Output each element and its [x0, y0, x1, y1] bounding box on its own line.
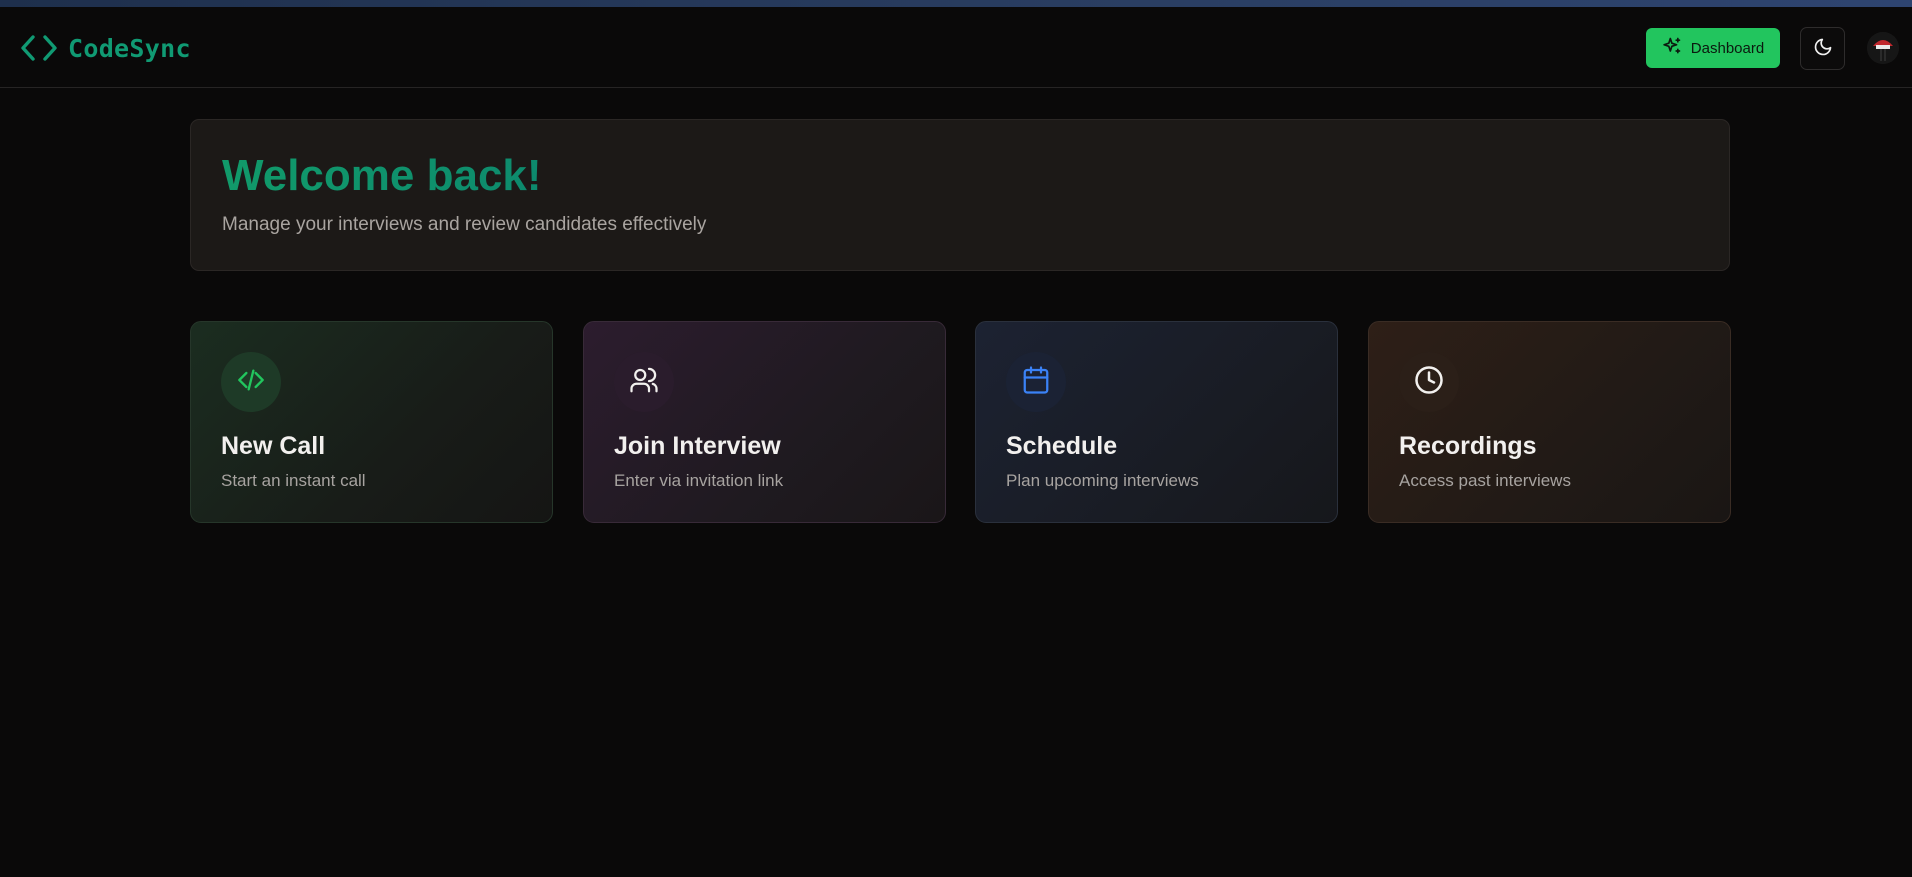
schedule-card[interactable]: Schedule Plan upcoming interviews	[975, 321, 1338, 523]
calendar-icon	[1021, 365, 1051, 399]
dashboard-button[interactable]: Dashboard	[1646, 28, 1780, 68]
sparkles-icon	[1662, 36, 1682, 60]
user-avatar[interactable]	[1867, 32, 1899, 64]
theme-toggle-button[interactable]	[1800, 27, 1845, 70]
welcome-subtitle: Manage your interviews and review candid…	[222, 214, 707, 235]
recordings-icon-badge	[1399, 352, 1459, 412]
code-icon	[237, 366, 265, 398]
welcome-title: Welcome back!	[222, 151, 542, 200]
card-subtitle: Enter via invitation link	[614, 471, 784, 490]
card-subtitle: Start an instant call	[221, 471, 366, 490]
schedule-icon-badge	[1006, 352, 1066, 412]
brand-link[interactable]: CodeSync	[20, 32, 191, 64]
users-icon	[629, 365, 659, 399]
card-title: Schedule	[1006, 432, 1118, 460]
navbar: CodeSync Dashboard	[0, 7, 1912, 88]
clock-icon	[1414, 365, 1444, 399]
moon-icon	[1813, 37, 1833, 60]
card-subtitle: Access past interviews	[1399, 471, 1571, 490]
card-title: New Call	[221, 432, 326, 460]
join-interview-icon-badge	[614, 352, 674, 412]
dashboard-button-label: Dashboard	[1690, 39, 1765, 57]
join-interview-card[interactable]: Join Interview Enter via invitation link	[583, 321, 946, 523]
code-brackets-icon	[20, 34, 58, 62]
welcome-banner: Welcome back! Manage your interviews and…	[190, 119, 1730, 271]
brand-name: CodeSync	[68, 33, 191, 63]
card-title: Join Interview	[614, 432, 781, 460]
card-subtitle: Plan upcoming interviews	[1006, 471, 1199, 490]
card-title: Recordings	[1399, 432, 1537, 460]
new-call-icon-badge	[221, 352, 281, 412]
window-top-strip	[0, 0, 1912, 7]
recordings-card[interactable]: Recordings Access past interviews	[1368, 321, 1731, 523]
new-call-card[interactable]: New Call Start an instant call	[190, 321, 553, 523]
